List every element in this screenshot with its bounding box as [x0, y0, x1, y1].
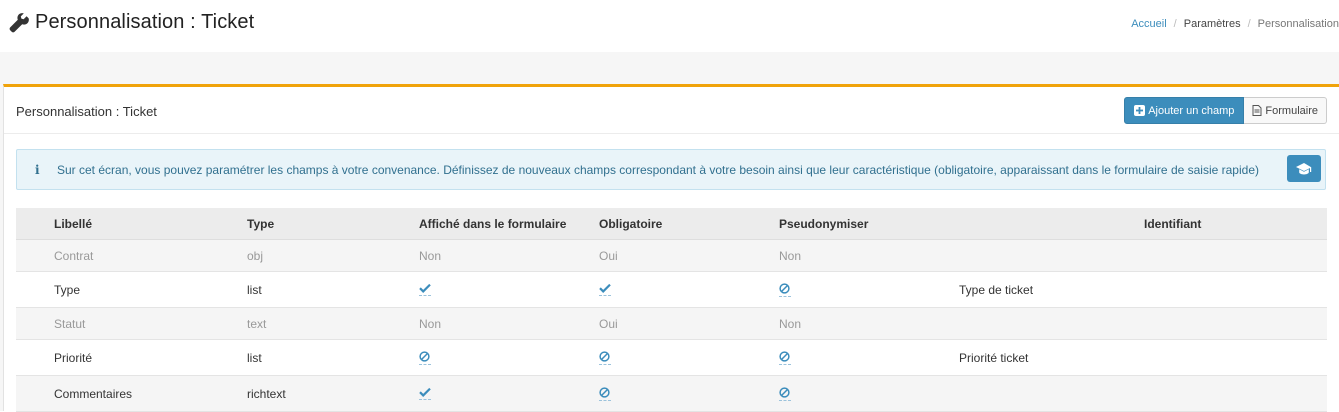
cell-label: Commentaires [54, 386, 133, 401]
cell-label: Type [54, 282, 81, 297]
cell-pseudonymize[interactable] [779, 340, 791, 375]
check-icon[interactable] [419, 283, 431, 296]
breadcrumb-separator: / [1247, 18, 1251, 30]
cell-label: Priorité [54, 350, 93, 365]
add-field-button[interactable]: Ajouter un champ [1124, 97, 1245, 124]
info-icon: i [35, 163, 40, 177]
cell-label: Contrat [54, 248, 94, 263]
cell-pseudonymize: Non [779, 316, 802, 331]
table-header-row: Libellé Type Affiché dans le formulaire … [16, 208, 1327, 240]
cell-display[interactable] [419, 272, 431, 307]
cell-pseudonymize[interactable] [779, 376, 791, 411]
cell-mandatory[interactable] [599, 272, 611, 307]
help-button[interactable] [1287, 155, 1321, 182]
ban-icon[interactable] [599, 350, 611, 365]
form-button-label: Formulaire [1265, 104, 1318, 117]
cell-identifier-name: Priorité ticket [959, 350, 1029, 365]
callout-text: Sur cet écran, vous pouvez paramétrer le… [57, 163, 1259, 177]
cell-mandatory: Oui [599, 248, 618, 263]
column-header-type[interactable]: Type [247, 208, 274, 239]
page-title-text: Personnalisation : Ticket [35, 11, 255, 33]
cell-mandatory[interactable] [599, 340, 611, 375]
box-title: Personnalisation : Ticket [16, 104, 157, 119]
breadcrumb-home-link[interactable]: Accueil [1131, 18, 1166, 30]
table-row: Type list Type de ticket [16, 272, 1327, 308]
check-icon[interactable] [419, 387, 431, 400]
cell-identifier-name: Type de ticket [959, 282, 1034, 297]
table-row: Commentaires richtext [16, 376, 1327, 412]
table-row: Priorité list Priorité ticket [16, 340, 1327, 376]
cell-type: list [247, 282, 262, 297]
column-header-mandatory[interactable]: Obligatoire [599, 208, 662, 239]
cell-label: Statut [54, 316, 86, 331]
cell-pseudonymize[interactable] [779, 272, 791, 307]
ban-icon[interactable] [779, 386, 791, 401]
info-callout: i Sur cet écran, vous pouvez paramétrer … [16, 149, 1326, 190]
cell-display: Non [419, 248, 442, 263]
cell-pseudonymize: Non [779, 248, 802, 263]
cell-mandatory: Oui [599, 316, 618, 331]
ban-icon[interactable] [779, 282, 791, 297]
graduation-cap-icon [1296, 162, 1312, 174]
table-row: Contrat obj Non Oui Non [16, 240, 1327, 272]
cell-display: Non [419, 316, 442, 331]
breadcrumb-settings[interactable]: Paramètres [1184, 18, 1241, 30]
table-row: Statut text Non Oui Non [16, 308, 1327, 340]
cell-type: obj [247, 248, 264, 263]
customization-box: Personnalisation : Ticket Ajouter un cha… [3, 84, 1339, 412]
top-header: Personnalisation : Ticket Accueil / Para… [0, 0, 1339, 52]
cell-type: richtext [247, 386, 286, 401]
add-field-label: Ajouter un champ [1148, 104, 1235, 117]
plus-square-icon [1134, 105, 1146, 116]
cell-display[interactable] [419, 340, 431, 375]
column-header-pseudonymize[interactable]: Pseudonymiser [779, 208, 868, 239]
column-header-label[interactable]: Libellé [54, 208, 92, 239]
cell-type: text [247, 316, 267, 331]
form-button[interactable]: Formulaire [1244, 97, 1327, 124]
column-header-identifier[interactable]: Identifiant [1144, 208, 1201, 239]
cell-type: list [247, 350, 262, 365]
fields-table: Libellé Type Affiché dans le formulaire … [16, 208, 1327, 412]
ban-icon[interactable] [779, 350, 791, 365]
ban-icon[interactable] [599, 386, 611, 401]
box-actions: Ajouter un champ Formulaire [1124, 97, 1327, 124]
file-icon [1252, 105, 1262, 116]
breadcrumb-separator: / [1173, 18, 1177, 30]
box-header: Personnalisation : Ticket Ajouter un cha… [4, 87, 1339, 134]
breadcrumb: Accueil / Paramètres / Personnalisation [1131, 18, 1339, 30]
cell-mandatory[interactable] [599, 376, 611, 411]
cell-display[interactable] [419, 376, 431, 411]
check-icon[interactable] [599, 283, 611, 296]
column-header-display[interactable]: Affiché dans le formulaire [419, 208, 566, 239]
page-title: Personnalisation : Ticket [9, 11, 254, 34]
breadcrumb-current: Personnalisation [1257, 18, 1339, 30]
ban-icon[interactable] [419, 350, 431, 365]
wrench-icon [9, 12, 29, 32]
